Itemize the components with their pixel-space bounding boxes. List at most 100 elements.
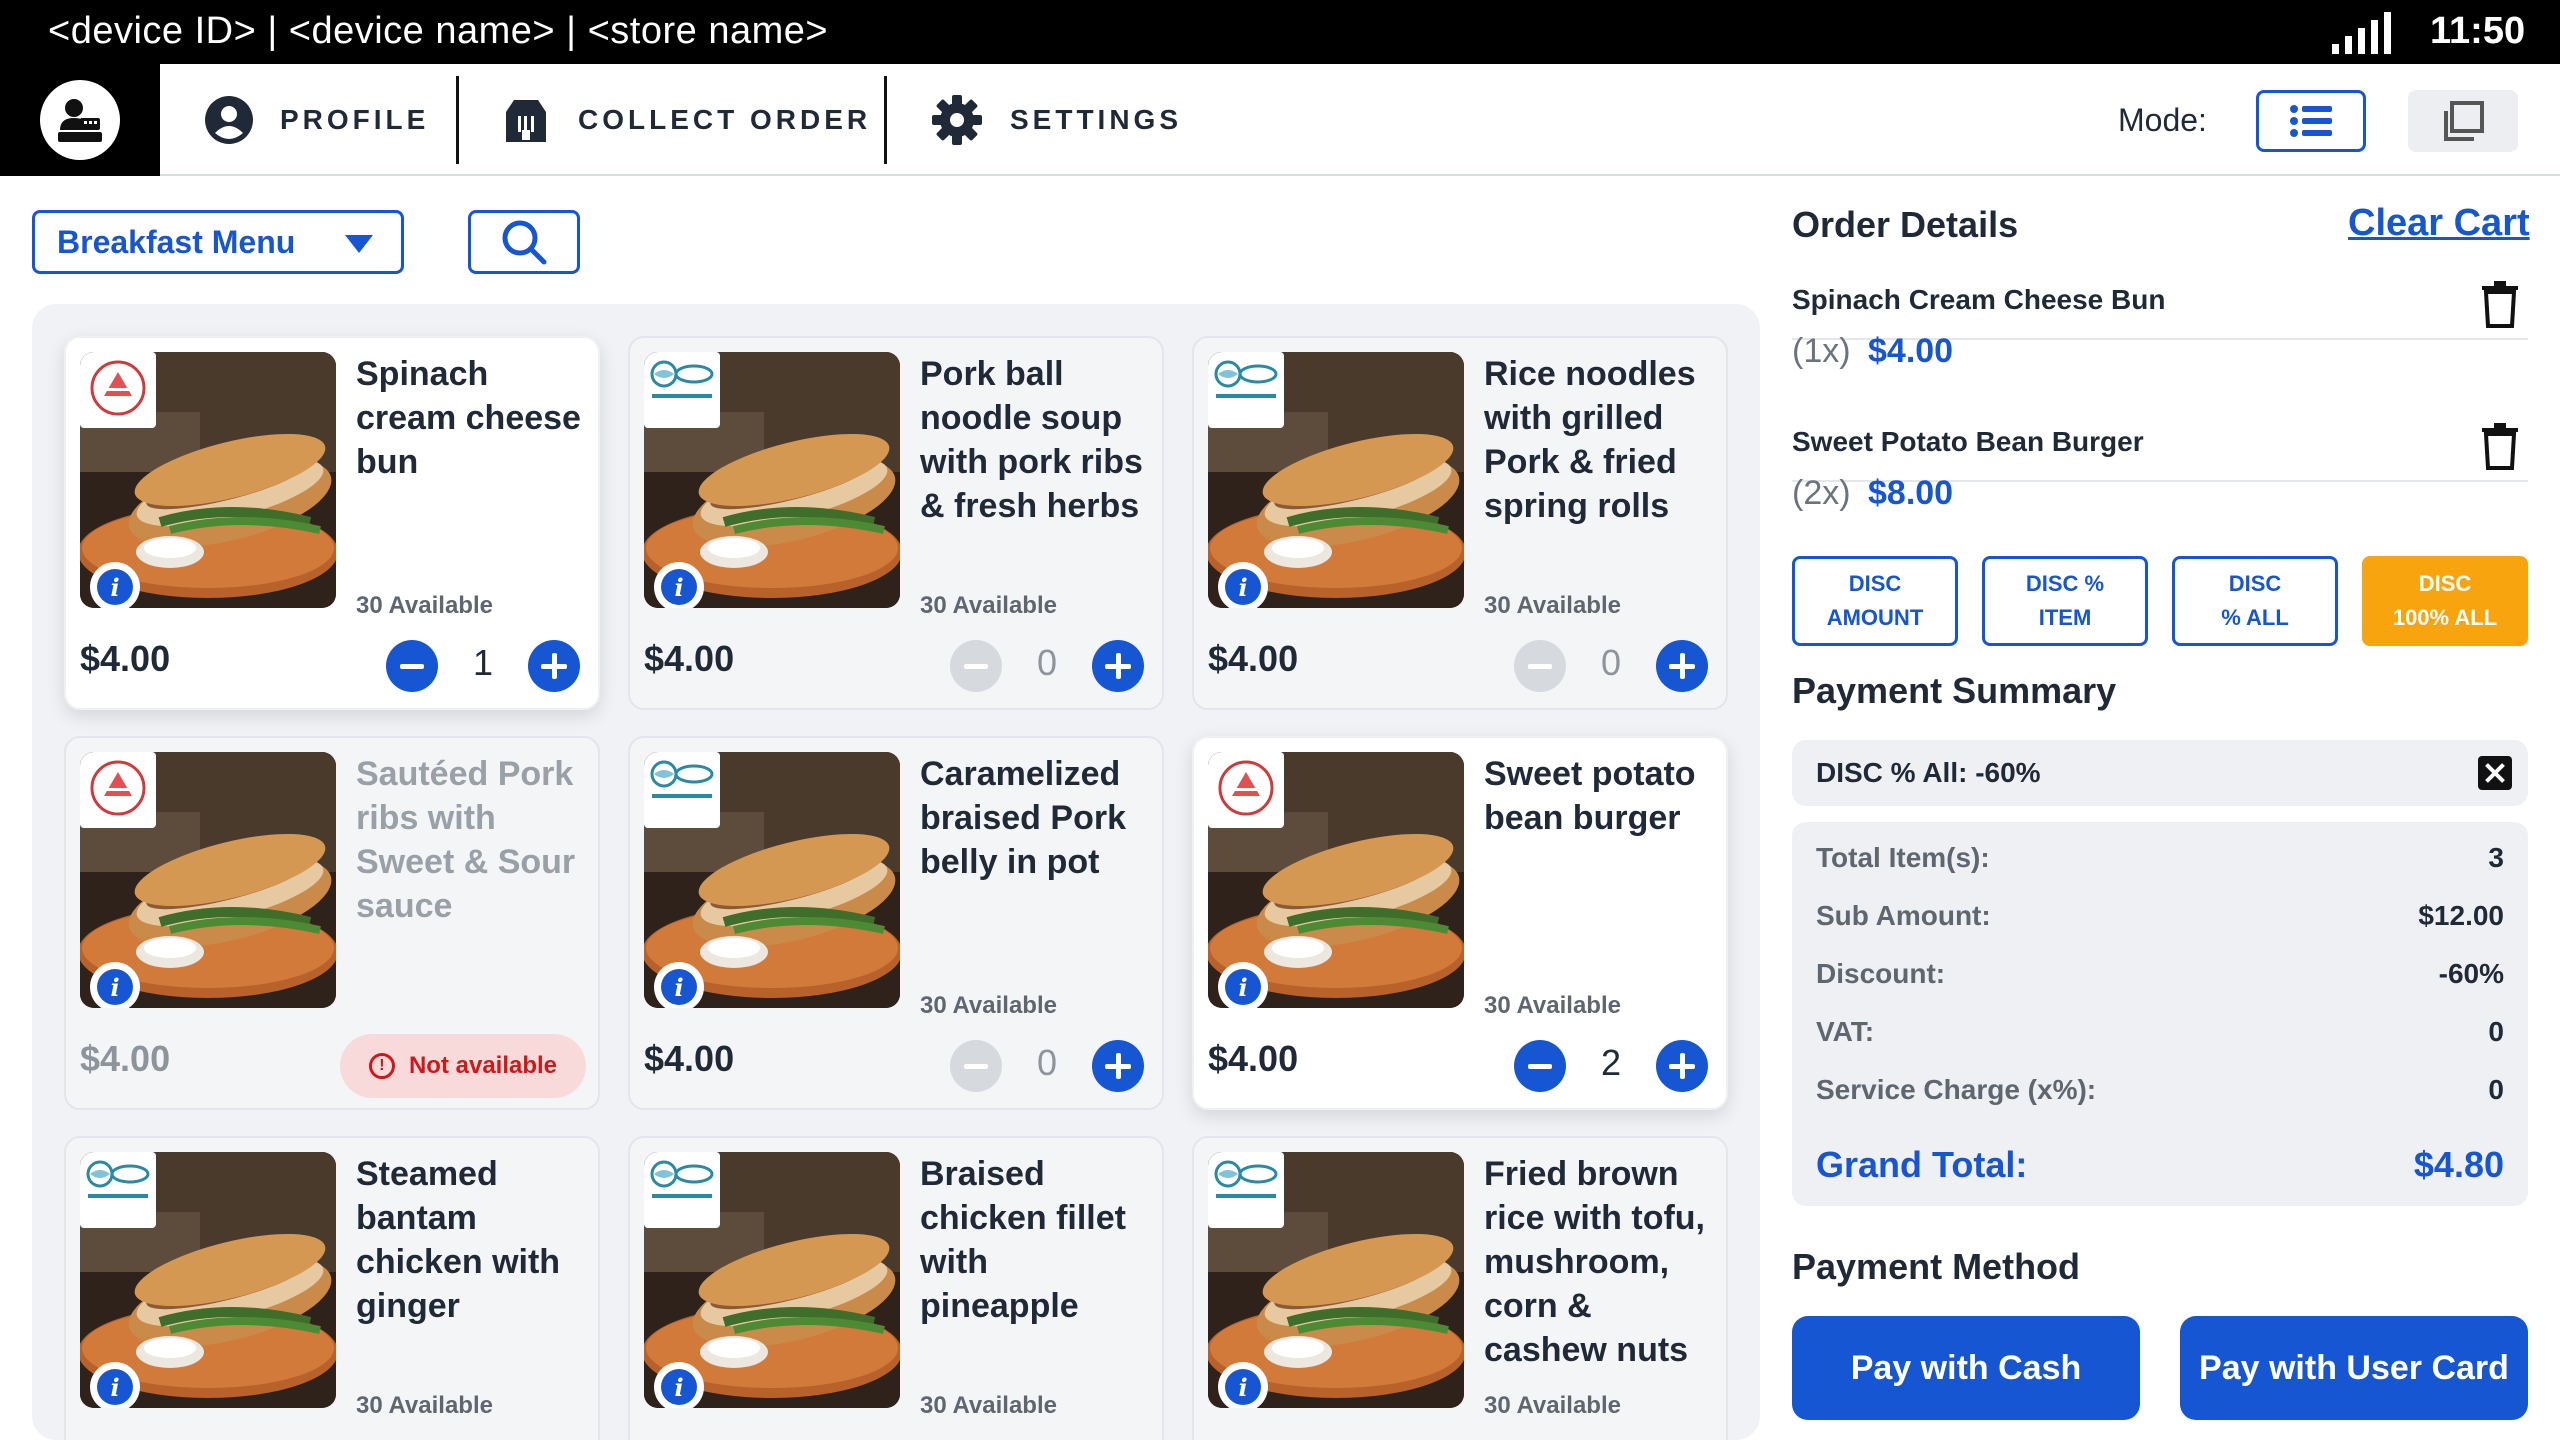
- product-name: Caramelized braised Pork belly in pot: [920, 755, 1126, 881]
- disc-amount-line2: AMOUNT: [1826, 605, 1924, 630]
- product-name: Sautéed Pork ribs with Sweet & Sour sauc…: [356, 755, 576, 925]
- summary-value: $12.00: [2418, 900, 2504, 931]
- product-card[interactable]: i Spinach cream cheese bun 30 Available $4.…: [64, 336, 600, 710]
- product-image: i: [644, 752, 900, 1008]
- summary-label: Sub Amount:: [1816, 900, 1991, 931]
- increase-qty-button[interactable]: [1092, 640, 1144, 692]
- certification-badge-icon: [1208, 752, 1284, 828]
- nav-settings[interactable]: SETTINGS: [930, 64, 1182, 176]
- product-name: Spinach cream cheese bun: [356, 355, 581, 481]
- app-logo[interactable]: [0, 64, 160, 176]
- disc-100-all-line2: 100% ALL: [2392, 605, 2498, 630]
- clock: 11:50: [2430, 10, 2526, 52]
- decrease-qty-button[interactable]: [950, 640, 1002, 692]
- decrease-qty-button[interactable]: [386, 640, 438, 692]
- product-card[interactable]: i Rice noodles with grilled Pork & fried …: [1192, 336, 1728, 710]
- info-button[interactable]: i: [1218, 562, 1268, 608]
- trash-icon[interactable]: [2480, 280, 2520, 328]
- disc-percent-all-line2: % ALL: [2221, 605, 2289, 630]
- nav-collect-order[interactable]: COLLECT ORDER: [500, 64, 871, 176]
- info-button[interactable]: i: [1218, 962, 1268, 1008]
- summary-row-total-items: Total Item(s): 3: [1816, 842, 2504, 882]
- info-icon: i: [1225, 969, 1261, 1005]
- product-card[interactable]: i Caramelized braised Pork belly in pot 30…: [628, 736, 1164, 1110]
- nav-settings-label: SETTINGS: [1010, 104, 1183, 135]
- summary-value: 0: [2488, 1074, 2504, 1105]
- info-button[interactable]: i: [90, 1362, 140, 1408]
- menu-dropdown[interactable]: Breakfast Menu: [32, 210, 404, 274]
- summary-value: 0: [2488, 1016, 2504, 1047]
- product-name: Braised chicken fillet with pineapple: [920, 1155, 1126, 1325]
- payment-method-title: Payment Method: [1792, 1246, 2081, 1287]
- product-card[interactable]: i Pork ball noodle soup with pork ribs & …: [628, 336, 1164, 710]
- nav-divider: [456, 76, 459, 164]
- nav-profile[interactable]: PROFILE: [204, 64, 429, 176]
- disc-percent-item-button[interactable]: DISC % ITEM: [1982, 556, 2148, 646]
- info-icon: i: [97, 969, 133, 1005]
- status-bar: <device ID> | <device name> | <store nam…: [0, 0, 2560, 64]
- product-name: Fried brown rice with tofu, mushroom, co…: [1484, 1155, 1705, 1369]
- info-button[interactable]: i: [90, 962, 140, 1008]
- minus-icon: [964, 663, 988, 669]
- certification-badge-icon: [644, 352, 720, 428]
- nav-collect-order-label: COLLECT ORDER: [578, 104, 872, 135]
- disc-percent-all-line1: DISC: [2228, 571, 2282, 596]
- disc-amount-button[interactable]: DISC AMOUNT: [1792, 556, 1958, 646]
- info-button[interactable]: i: [654, 962, 704, 1008]
- product-name: Steamed bantam chicken with ginger: [356, 1155, 561, 1325]
- certification-badge-icon: [644, 752, 720, 828]
- decrease-qty-button[interactable]: [950, 1040, 1002, 1092]
- decrease-qty-button[interactable]: [1514, 640, 1566, 692]
- increase-qty-button[interactable]: [1656, 640, 1708, 692]
- list-mode-button[interactable]: [2256, 90, 2366, 152]
- product-card[interactable]: i Steamed bantam chicken with ginger 30 Av…: [64, 1136, 600, 1440]
- info-button[interactable]: i: [90, 562, 140, 608]
- info-icon: i: [661, 969, 697, 1005]
- product-price: $4.00: [80, 638, 171, 679]
- list-icon: [2290, 105, 2332, 137]
- pay-with-user-card-button[interactable]: Pay with User Card: [2180, 1316, 2528, 1420]
- info-icon: i: [97, 1369, 133, 1405]
- plus-icon-stroke: [1679, 653, 1685, 679]
- pay-with-cash-button[interactable]: Pay with Cash: [1792, 1316, 2140, 1420]
- product-name: Rice noodles with grilled Pork & fried s…: [1484, 355, 1696, 525]
- close-icon[interactable]: [2478, 756, 2512, 790]
- product-price: $4.00: [644, 1038, 735, 1079]
- not-available-label: Not available: [408, 1052, 558, 1079]
- decrease-qty-button[interactable]: [1514, 1040, 1566, 1092]
- increase-qty-button[interactable]: [528, 640, 580, 692]
- payment-summary-title: Payment Summary: [1792, 670, 2117, 711]
- quantity-value: 1: [472, 642, 494, 683]
- info-button[interactable]: i: [1218, 1362, 1268, 1408]
- product-image: i: [80, 1152, 336, 1408]
- disc-percent-all-button[interactable]: DISC % ALL: [2172, 556, 2338, 646]
- product-card[interactable]: i Fried brown rice with tofu, mushroom, c…: [1192, 1136, 1728, 1440]
- product-image: i: [80, 352, 336, 608]
- product-card[interactable]: i Sautéed Pork ribs with Sweet & Sour sau…: [64, 736, 600, 1110]
- summary-label: Total Item(s):: [1816, 842, 1990, 873]
- product-availability: 30 Available: [1484, 992, 1621, 1019]
- grid-mode-button[interactable]: [2408, 90, 2518, 152]
- signal-icon: [2332, 12, 2391, 54]
- disc-100-all-button[interactable]: DISC 100% ALL: [2362, 556, 2528, 646]
- disc-percent-item-line2: ITEM: [2038, 605, 2092, 630]
- info-button[interactable]: i: [654, 562, 704, 608]
- summary-row-vat: VAT: 0: [1816, 1016, 2504, 1056]
- gear-icon: [932, 95, 982, 145]
- product-card[interactable]: i Braised chicken fillet with pineapple 30…: [628, 1136, 1164, 1440]
- increase-qty-button[interactable]: [1656, 1040, 1708, 1092]
- quantity-value: 0: [1036, 1042, 1058, 1083]
- product-card[interactable]: i Sweet potato bean burger 30 Available $4.…: [1192, 736, 1728, 1110]
- info-button[interactable]: i: [654, 1362, 704, 1408]
- info-icon: i: [97, 569, 133, 605]
- product-image: i: [644, 352, 900, 608]
- increase-qty-button[interactable]: [1092, 1040, 1144, 1092]
- search-button[interactable]: [468, 210, 580, 274]
- product-price: $4.00: [1208, 1038, 1299, 1079]
- trash-icon[interactable]: [2480, 422, 2520, 470]
- minus-icon: [1528, 1063, 1552, 1069]
- alert-icon: !: [368, 1053, 395, 1079]
- order-item: Spinach Cream Cheese Bun (1x) $4.00: [1792, 208, 2528, 370]
- product-image: i: [1208, 352, 1464, 608]
- quantity-value: 0: [1036, 642, 1058, 683]
